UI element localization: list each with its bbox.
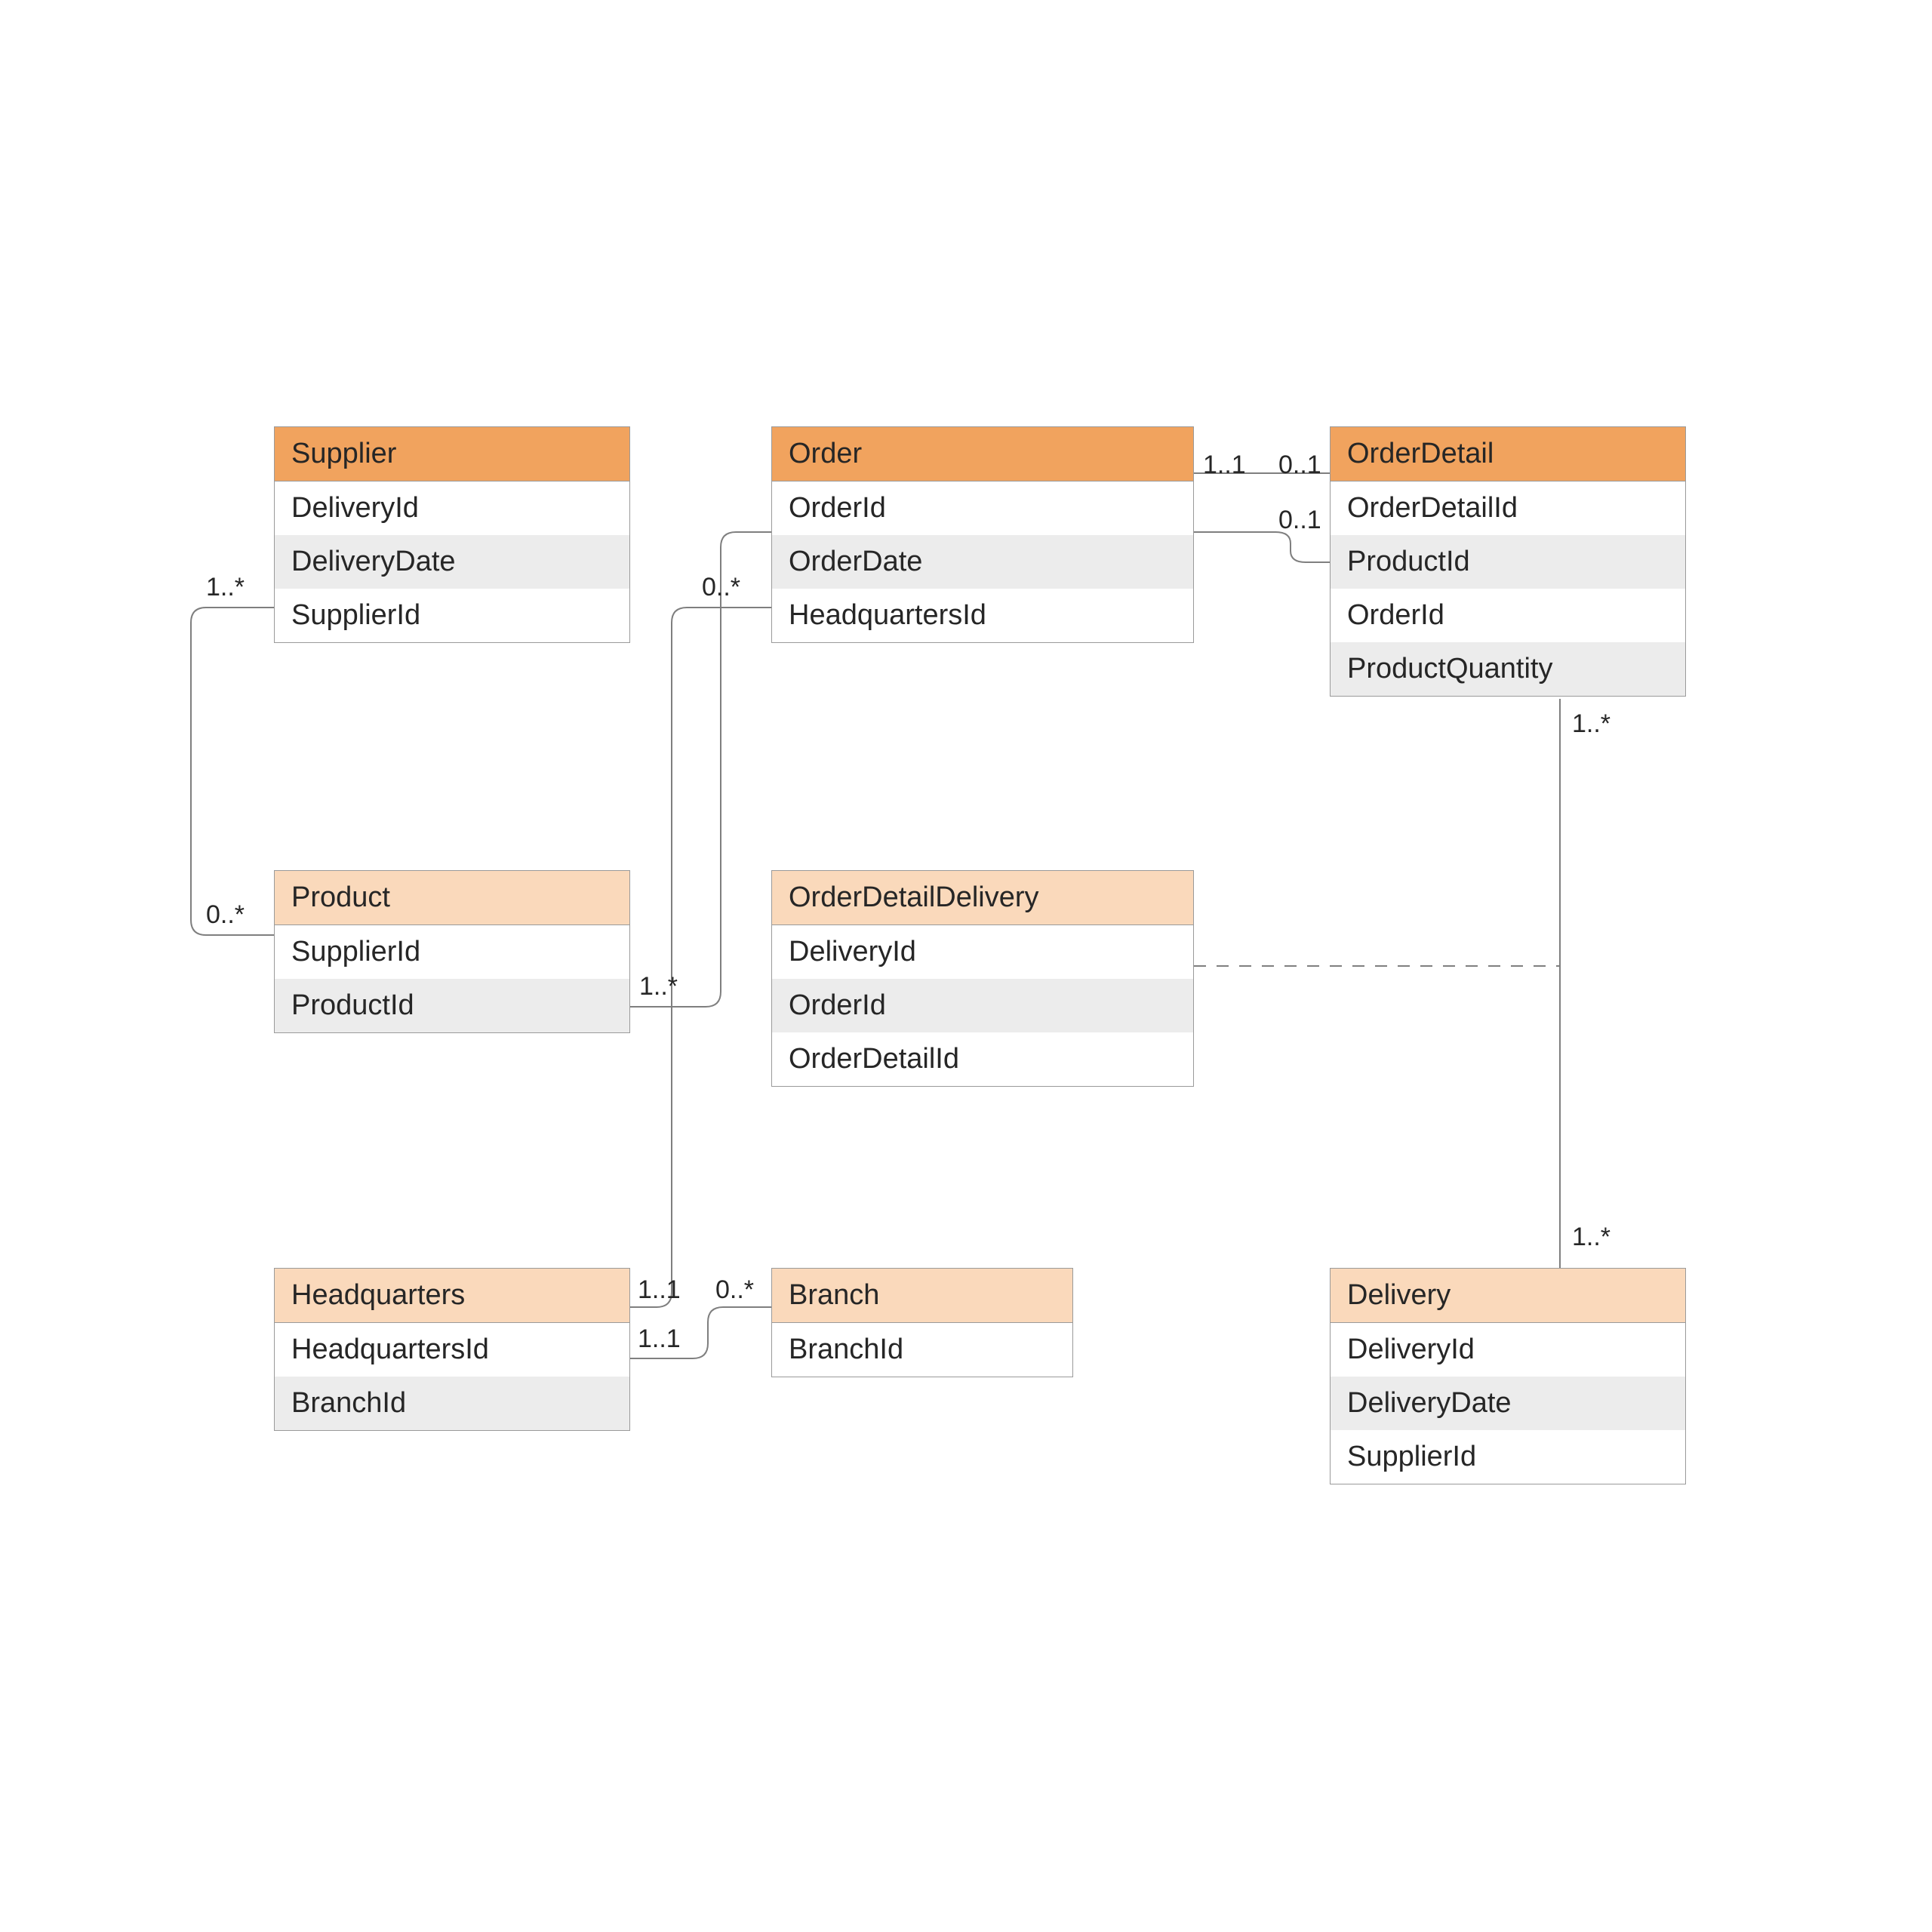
entity-title: Headquarters <box>275 1269 629 1323</box>
entity-field: HeadquartersId <box>772 589 1193 642</box>
entity-title: Delivery <box>1331 1269 1685 1323</box>
entity-field: BranchId <box>275 1377 629 1430</box>
entity-field: DeliveryId <box>275 481 629 535</box>
entity-field: ProductId <box>1331 535 1685 589</box>
entity-field: OrderDetailId <box>772 1032 1193 1086</box>
mult-order-right: 1..1 <box>1203 451 1246 480</box>
entity-field: DeliveryId <box>1331 1323 1685 1377</box>
entity-title: OrderDetailDelivery <box>772 871 1193 925</box>
entity-field: OrderId <box>1331 589 1685 642</box>
mult-branch-left: 0..* <box>715 1275 754 1305</box>
entity-headquarters: Headquarters HeadquartersId BranchId <box>274 1268 630 1431</box>
er-diagram-canvas: 1..* 0..* 1..* 0..* 1..1 0..1 0..1 1..* … <box>0 0 1932 1932</box>
entity-orderdetaildelivery: OrderDetailDelivery DeliveryId OrderId O… <box>771 870 1194 1087</box>
entity-field: SupplierId <box>275 589 629 642</box>
entity-title: Supplier <box>275 427 629 481</box>
mult-delivery-top: 1..* <box>1572 1223 1611 1252</box>
mult-orderdetail-bot: 1..* <box>1572 709 1611 739</box>
entity-orderdetail: OrderDetail OrderDetailId ProductId Orde… <box>1330 426 1686 697</box>
entity-field: BranchId <box>772 1323 1072 1377</box>
mult-order-left: 0..* <box>702 573 740 602</box>
entity-title: Order <box>772 427 1193 481</box>
entity-field: DeliveryDate <box>275 535 629 589</box>
mult-supplier-left: 1..* <box>206 573 245 602</box>
entity-field: SupplierId <box>275 925 629 979</box>
entity-field: OrderDetailId <box>1331 481 1685 535</box>
mult-product-right: 1..* <box>639 972 678 1001</box>
mult-orderdetail-lb: 0..1 <box>1278 506 1321 535</box>
entity-title: Product <box>275 871 629 925</box>
mult-product-left: 0..* <box>206 900 245 930</box>
entity-field: DeliveryId <box>772 925 1193 979</box>
entity-branch: Branch BranchId <box>771 1268 1073 1377</box>
entity-order: Order OrderId OrderDate HeadquartersId <box>771 426 1194 643</box>
entity-field: ProductId <box>275 979 629 1032</box>
entity-title: Branch <box>772 1269 1072 1323</box>
mult-hq-right-bot: 1..1 <box>638 1324 681 1354</box>
entity-field: HeadquartersId <box>275 1323 629 1377</box>
entity-field: ProductQuantity <box>1331 642 1685 696</box>
entity-title: OrderDetail <box>1331 427 1685 481</box>
mult-hq-right-top: 1..1 <box>638 1275 681 1305</box>
entity-supplier: Supplier DeliveryId DeliveryDate Supplie… <box>274 426 630 643</box>
mult-orderdetail-lt: 0..1 <box>1278 451 1321 480</box>
entity-field: OrderDate <box>772 535 1193 589</box>
entity-field: SupplierId <box>1331 1430 1685 1484</box>
entity-field: DeliveryDate <box>1331 1377 1685 1430</box>
entity-product: Product SupplierId ProductId <box>274 870 630 1033</box>
entity-field: OrderId <box>772 979 1193 1032</box>
entity-field: OrderId <box>772 481 1193 535</box>
entity-delivery: Delivery DeliveryId DeliveryDate Supplie… <box>1330 1268 1686 1484</box>
